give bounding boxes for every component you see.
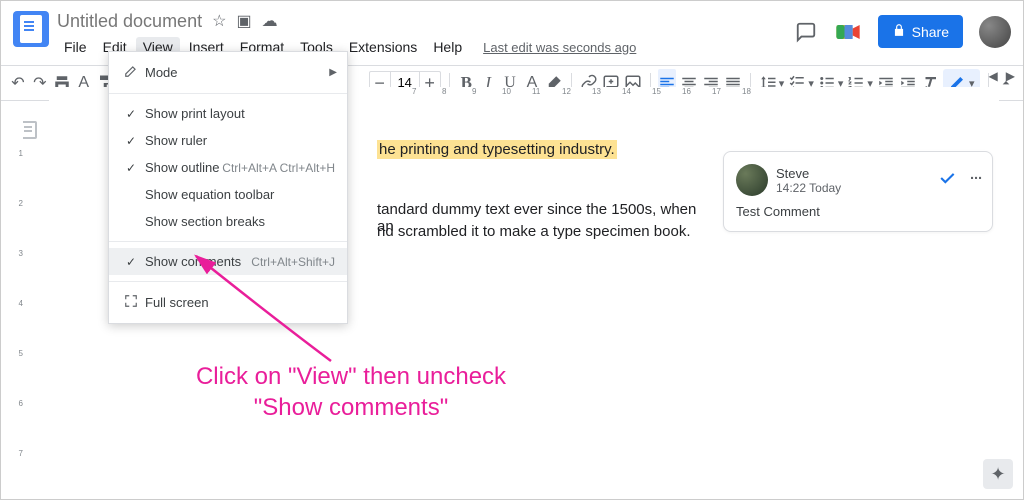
user-avatar[interactable]: [979, 16, 1011, 48]
comment-avatar: [736, 164, 768, 196]
comment-body: Test Comment: [736, 204, 980, 219]
check-icon: ✓: [121, 255, 141, 269]
cloud-status-icon[interactable]: ☁: [262, 11, 278, 31]
menu-help[interactable]: Help: [426, 37, 469, 57]
document-text-highlighted[interactable]: he printing and typesetting industry.: [377, 140, 617, 159]
docs-logo[interactable]: [13, 9, 49, 47]
chevron-right-icon: ▶: [329, 67, 337, 78]
menu-show-equation-toolbar[interactable]: Show equation toolbar: [109, 181, 347, 208]
document-text[interactable]: nd scrambled it to make a type specimen …: [377, 223, 691, 240]
star-icon[interactable]: ☆: [212, 11, 226, 31]
redo-button[interactable]: ↷: [31, 69, 49, 97]
comment-more-icon[interactable]: ⠇: [966, 174, 983, 185]
check-icon: ✓: [121, 107, 141, 121]
lock-icon: [892, 23, 906, 40]
menu-show-comments[interactable]: ✓ Show comments Ctrl+Alt+Shift+J: [109, 248, 347, 275]
last-edit-link[interactable]: Last edit was seconds ago: [483, 40, 636, 55]
menu-file[interactable]: File: [57, 37, 94, 57]
menu-show-print-layout[interactable]: ✓ Show print layout: [109, 100, 347, 127]
share-button[interactable]: Share: [878, 15, 963, 48]
menu-show-outline[interactable]: ✓ Show outline Ctrl+Alt+A Ctrl+Alt+H: [109, 154, 347, 181]
comment-author: Steve: [776, 166, 841, 181]
open-comments-icon[interactable]: [794, 20, 818, 44]
explore-button[interactable]: ✦: [983, 459, 1013, 489]
menu-extensions[interactable]: Extensions: [342, 37, 424, 57]
view-menu-dropdown: Mode ▶ ✓ Show print layout ✓ Show ruler …: [108, 51, 348, 324]
menu-show-ruler[interactable]: ✓ Show ruler: [109, 127, 347, 154]
menu-mode[interactable]: Mode ▶: [109, 58, 347, 87]
comment-card[interactable]: Steve 14:22 Today ⠇ Test Comment: [723, 151, 993, 232]
vertical-ruler: 1 2 3 4 5 6 7: [9, 101, 23, 499]
comment-timestamp: 14:22 Today: [776, 181, 841, 195]
check-icon: ✓: [121, 161, 141, 175]
scroll-left-icon[interactable]: ◀: [989, 69, 998, 83]
menu-show-section-breaks[interactable]: Show section breaks: [109, 208, 347, 235]
undo-button[interactable]: ↶: [9, 69, 27, 97]
menu-full-screen[interactable]: Full screen: [109, 288, 347, 317]
scroll-right-icon[interactable]: ▶: [1006, 69, 1015, 83]
move-icon[interactable]: ▣: [236, 11, 251, 31]
document-title[interactable]: Untitled document: [57, 11, 202, 32]
pencil-icon: [121, 64, 141, 81]
meet-icon[interactable]: [834, 18, 862, 46]
fullscreen-icon: [121, 294, 141, 311]
resolve-comment-icon[interactable]: [937, 168, 957, 193]
check-icon: ✓: [121, 134, 141, 148]
share-button-label: Share: [912, 24, 949, 40]
